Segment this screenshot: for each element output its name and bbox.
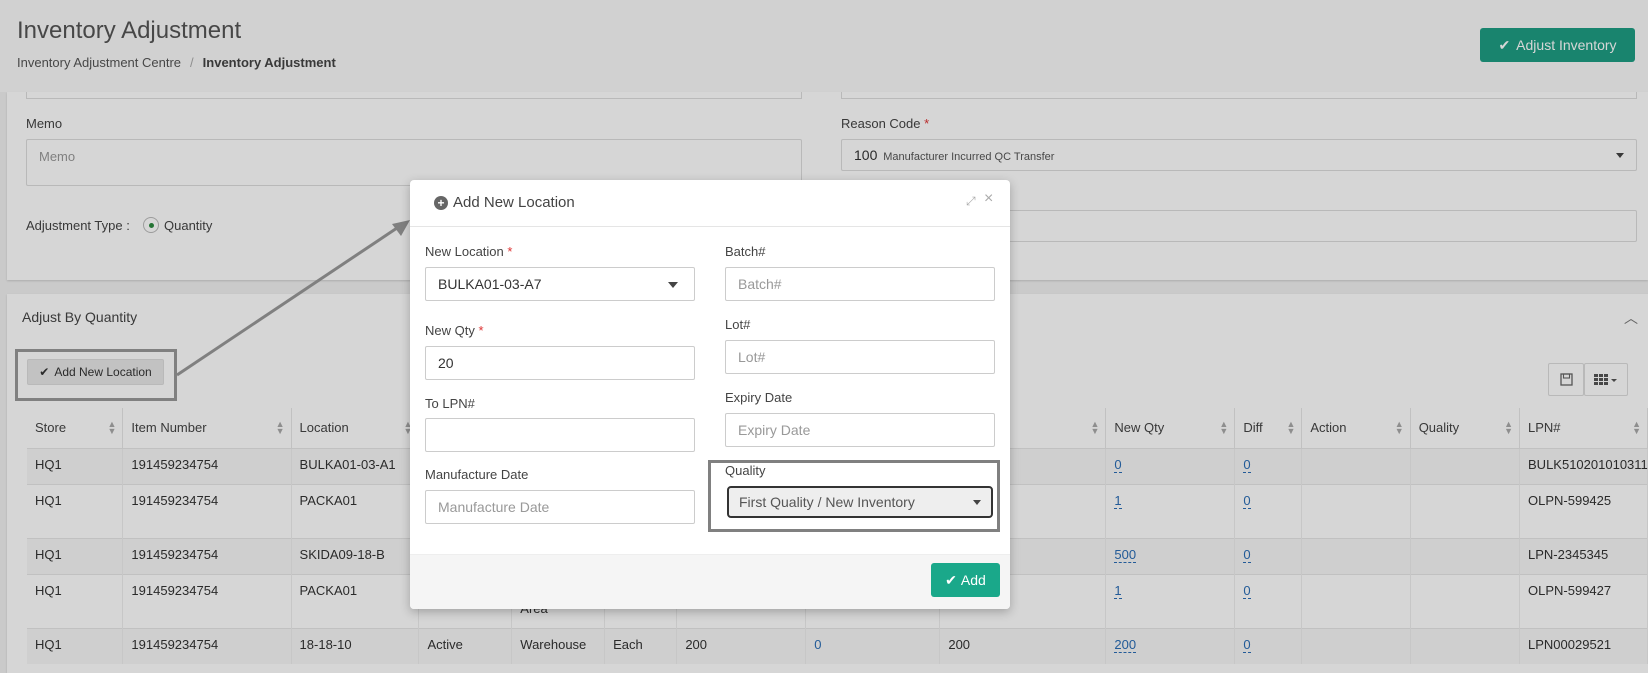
manufacture-date-label: Manufacture Date xyxy=(425,467,529,482)
add-new-location-dialog: + Add New Location ⤢ × New Location * BU… xyxy=(410,180,1010,609)
plus-circle-icon: + xyxy=(434,195,448,210)
dialog-divider xyxy=(410,226,1010,227)
lot-input[interactable]: Lot# xyxy=(725,340,995,374)
dialog-title: + Add New Location xyxy=(434,194,575,211)
new-qty-input[interactable]: 20 xyxy=(425,346,695,380)
new-location-select[interactable]: BULKA01-03-A7 xyxy=(425,267,695,301)
expiry-date-label: Expiry Date xyxy=(725,390,793,405)
to-lpn-input[interactable] xyxy=(425,418,695,452)
quality-label: Quality xyxy=(725,463,766,478)
chevron-down-icon xyxy=(668,282,678,288)
new-qty-label: New Qty * xyxy=(425,323,484,338)
expiry-date-input[interactable]: Expiry Date xyxy=(725,413,995,447)
batch-label: Batch# xyxy=(725,244,766,259)
to-lpn-label: To LPN# xyxy=(425,396,475,411)
chevron-down-icon xyxy=(973,500,981,505)
close-icon[interactable]: × xyxy=(984,190,993,208)
quality-select[interactable]: First Quality / New Inventory xyxy=(727,486,993,518)
add-button[interactable]: ✔ Add xyxy=(931,563,1000,597)
dialog-footer: ✔ Add xyxy=(410,554,1010,609)
check-icon: ✔ xyxy=(945,571,957,588)
expand-icon[interactable]: ⤢ xyxy=(966,194,976,209)
batch-input[interactable]: Batch# xyxy=(725,267,995,301)
lot-label: Lot# xyxy=(725,317,751,332)
manufacture-date-input[interactable]: Manufacture Date xyxy=(425,490,695,524)
new-location-label: New Location * xyxy=(425,244,513,259)
